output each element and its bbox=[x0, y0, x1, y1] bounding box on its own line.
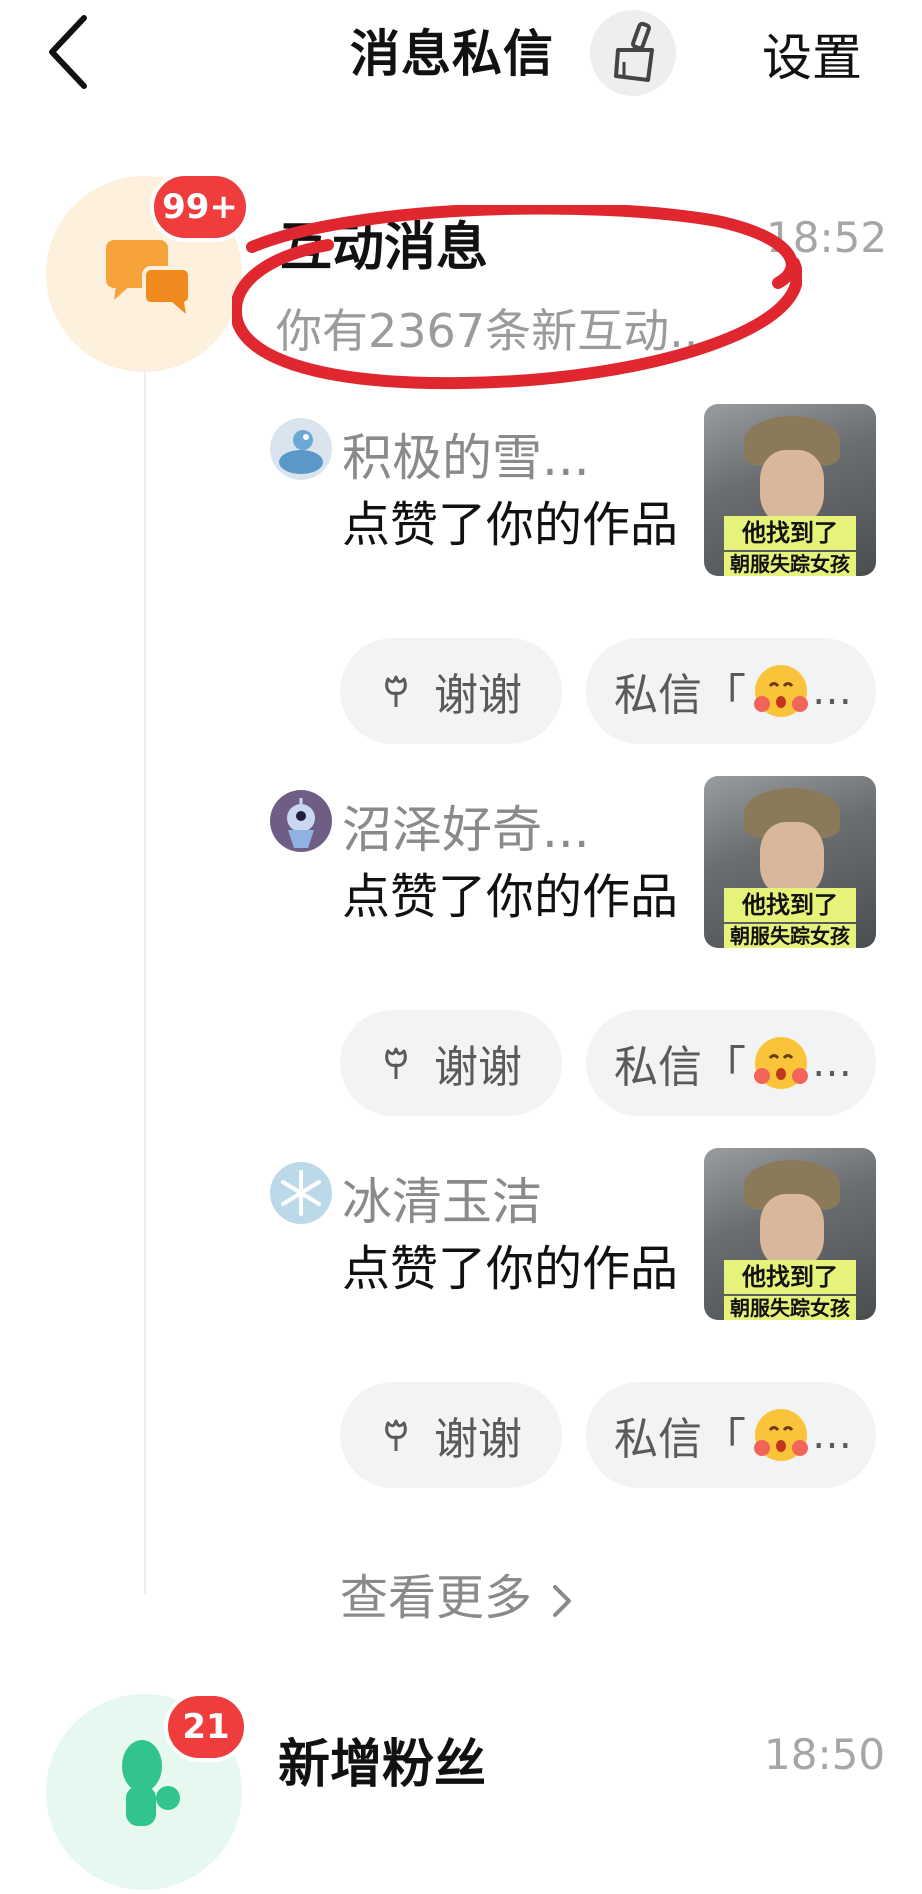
monster-avatar-icon bbox=[287, 798, 315, 848]
video-thumbnail[interactable]: 他找到了 朝服失踪女孩 bbox=[704, 776, 876, 948]
flower-icon bbox=[385, 675, 407, 707]
thumbnail-caption-2: 朝服失踪女孩 bbox=[724, 924, 856, 948]
flower-icon bbox=[385, 1047, 407, 1079]
user-avatar[interactable] bbox=[270, 790, 332, 852]
bird-avatar-icon bbox=[279, 430, 323, 474]
red-annotation-circle bbox=[232, 205, 802, 390]
user-avatar[interactable] bbox=[270, 1162, 332, 1224]
clean-button[interactable] bbox=[590, 10, 676, 96]
dm-button[interactable]: 私信「 … bbox=[586, 638, 876, 744]
settings-link[interactable]: 设置 bbox=[762, 18, 862, 90]
like-action-text: 点赞了你的作品 bbox=[342, 869, 679, 925]
thanks-label: 谢谢 bbox=[434, 1414, 522, 1465]
like-action-text: 点赞了你的作品 bbox=[342, 497, 679, 553]
liker-username[interactable]: 积极的雪... bbox=[342, 418, 590, 490]
thanks-button[interactable]: 谢谢 bbox=[340, 1382, 562, 1488]
dm-button[interactable]: 私信「 … bbox=[586, 1010, 876, 1116]
thumbnail-caption: 他找到了 bbox=[724, 516, 856, 550]
liker-username[interactable]: 冰清玉洁 bbox=[342, 1162, 542, 1234]
chevron-left-icon bbox=[49, 15, 87, 89]
dm-label: 私信「 bbox=[614, 670, 746, 721]
dm-label: 私信「 bbox=[614, 1414, 746, 1465]
thumbnail-caption: 他找到了 bbox=[724, 888, 856, 922]
back-button[interactable] bbox=[42, 12, 102, 92]
page-title: 消息私信 bbox=[350, 25, 554, 83]
broom-icon bbox=[614, 21, 654, 82]
video-thumbnail[interactable]: 他找到了 朝服失踪女孩 bbox=[704, 404, 876, 576]
new-followers-badge: 21 bbox=[164, 1692, 248, 1762]
dm-button[interactable]: 私信「 … bbox=[586, 1382, 876, 1488]
thumbnail-caption-2: 朝服失踪女孩 bbox=[724, 1296, 856, 1320]
hug-emoji-icon bbox=[754, 665, 808, 717]
like-action-text: 点赞了你的作品 bbox=[342, 1241, 679, 1297]
dm-label: 私信「 bbox=[614, 1042, 746, 1093]
thumbnail-caption: 他找到了 bbox=[724, 1260, 856, 1294]
snowflake-avatar-icon bbox=[281, 1170, 321, 1216]
flower-icon bbox=[385, 1419, 407, 1451]
thanks-label: 谢谢 bbox=[434, 670, 522, 721]
user-avatar[interactable] bbox=[270, 418, 332, 480]
thanks-label: 谢谢 bbox=[434, 1042, 522, 1093]
hug-emoji-icon bbox=[754, 1037, 808, 1089]
thanks-button[interactable]: 谢谢 bbox=[340, 638, 562, 744]
hug-emoji-icon bbox=[754, 1409, 808, 1461]
liker-username[interactable]: 沼泽好奇... bbox=[342, 790, 590, 862]
thumbnail-caption-2: 朝服失踪女孩 bbox=[724, 552, 856, 576]
video-thumbnail[interactable]: 他找到了 朝服失踪女孩 bbox=[704, 1148, 876, 1320]
timestamp: 18:50 bbox=[764, 1730, 886, 1779]
section-title[interactable]: 新增粉丝 bbox=[278, 1722, 486, 1797]
chevron-right-icon bbox=[553, 1585, 572, 1617]
timeline-divider bbox=[144, 370, 146, 1595]
thanks-button[interactable]: 谢谢 bbox=[340, 1010, 562, 1116]
see-more-link[interactable]: 查看更多 bbox=[340, 1558, 577, 1628]
see-more-label: 查看更多 bbox=[340, 1570, 533, 1626]
